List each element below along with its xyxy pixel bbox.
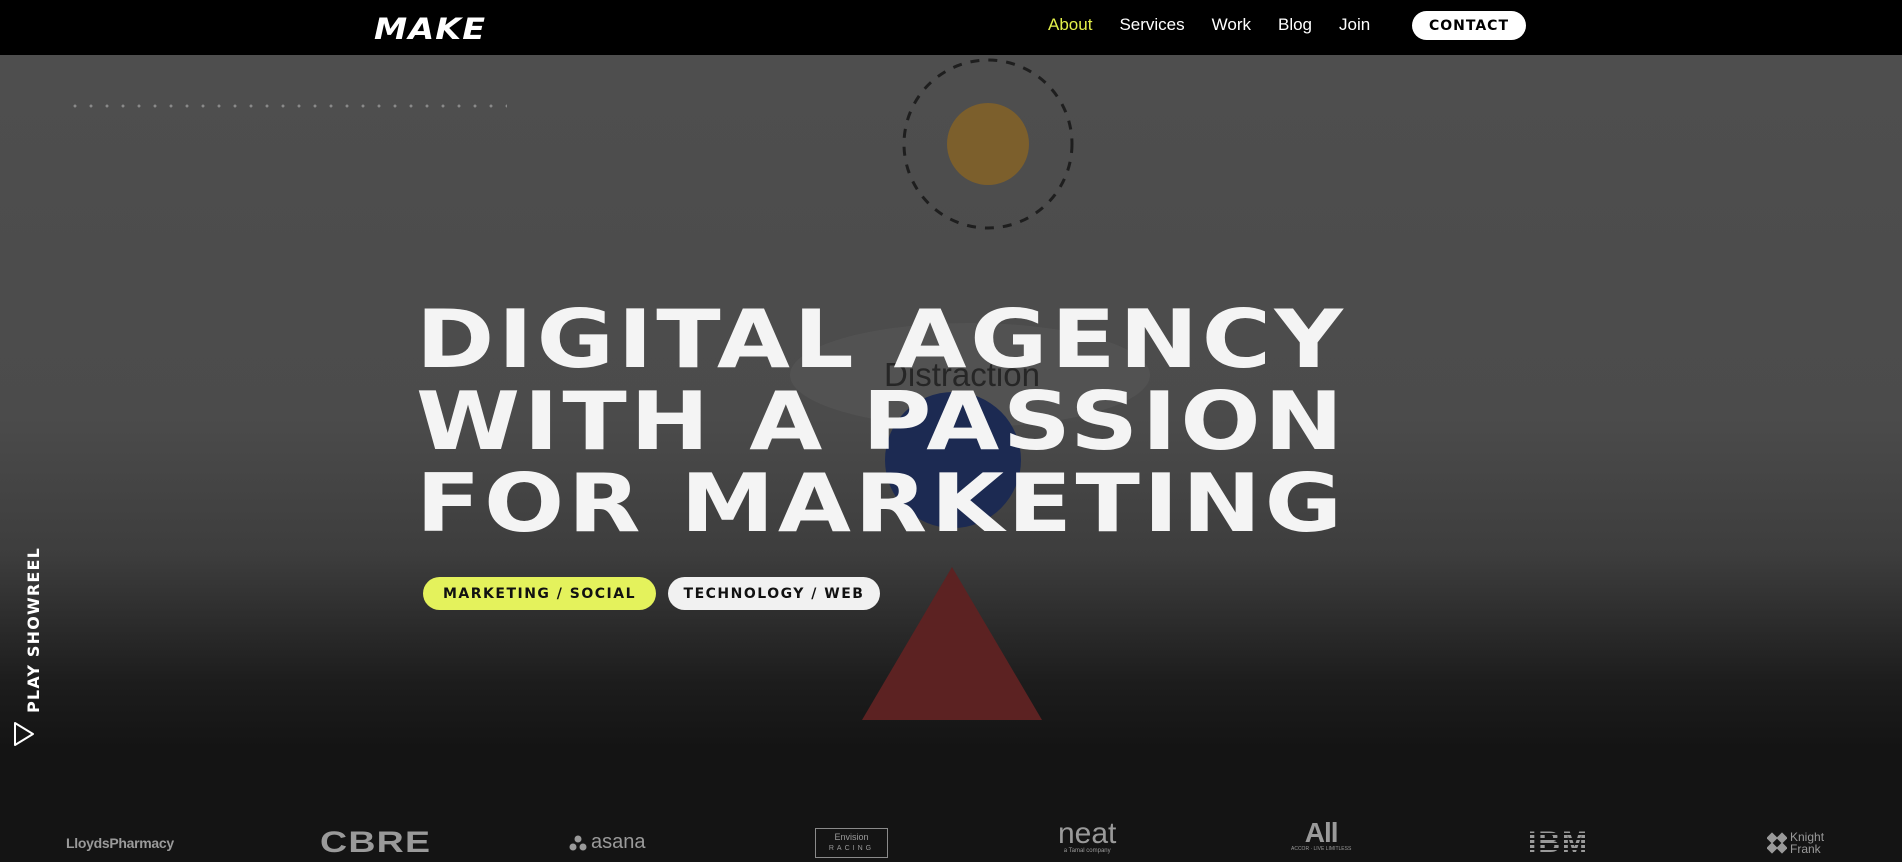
tag-technology-web[interactable]: TECHNOLOGY / WEB: [668, 577, 880, 610]
nav-link-services[interactable]: Services: [1119, 15, 1184, 35]
headline-line-3: FOR MARKETING: [416, 457, 1346, 550]
play-showreel-label: PLAY SHOWREEL: [24, 546, 43, 713]
knight-frank-mark-icon: [1767, 831, 1787, 854]
neat-wordmark: neat: [1058, 817, 1117, 850]
envision-sub: RACING: [828, 844, 875, 852]
nav-link-join[interactable]: Join: [1339, 15, 1370, 35]
nav-link-blog[interactable]: Blog: [1278, 15, 1312, 35]
play-icon[interactable]: [12, 721, 36, 747]
client-logo-envision: Envision RACING: [815, 820, 888, 862]
orange-circle: [947, 103, 1029, 185]
client-logo-lloydspharmacy: LloydsPharmacy: [66, 834, 174, 851]
client-logo-cbre: CBRE: [320, 825, 432, 859]
make-logo[interactable]: MAKE: [374, 12, 486, 46]
top-navigation: MAKE About Services Work Blog Join CONTA…: [0, 0, 1902, 55]
client-logo-ibm: IBM: [1528, 820, 1589, 862]
all-sub: ACCOR · LIVE LIMITLESS: [1291, 846, 1352, 852]
nav-links: About Services Work Blog Join: [1048, 15, 1397, 35]
knight-frank-line-2: Frank: [1790, 841, 1821, 856]
asana-dots-icon: [569, 835, 587, 850]
hero-section: Distraction DIGITAL AGENCY WITH A PASSIO…: [0, 55, 1902, 862]
tag-marketing-social[interactable]: MARKETING / SOCIAL: [423, 577, 656, 610]
nav-link-about[interactable]: About: [1048, 15, 1092, 35]
contact-button[interactable]: CONTACT: [1412, 11, 1526, 40]
headline-line-2: WITH A PASSION: [416, 375, 1347, 468]
neat-sub: a Tamal company: [1063, 848, 1111, 854]
knight-frank-line-1: Knight: [1790, 829, 1825, 844]
headline-line-1: DIGITAL AGENCY: [416, 293, 1347, 386]
red-triangle: [862, 567, 1042, 720]
nav-link-work[interactable]: Work: [1212, 15, 1251, 35]
all-wordmark: All: [1304, 817, 1339, 848]
client-logo-knight-frank: Knight Frank: [1767, 820, 1824, 862]
envision-wordmark: Envision: [834, 831, 869, 842]
client-logo-strip: LloydsPharmacy CBRE asana Envision RACIN…: [0, 817, 1902, 862]
dotted-line-decoration: [67, 104, 507, 108]
client-logo-asana: asana: [569, 820, 646, 862]
asana-wordmark: asana: [591, 831, 646, 853]
client-logo-all-accor: All ACCOR · LIVE LIMITLESS: [1291, 817, 1352, 862]
client-logo-neat: neat a Tamal company: [1058, 817, 1117, 862]
hero-headline: DIGITAL AGENCY WITH A PASSION FOR MARKET…: [416, 299, 1347, 545]
